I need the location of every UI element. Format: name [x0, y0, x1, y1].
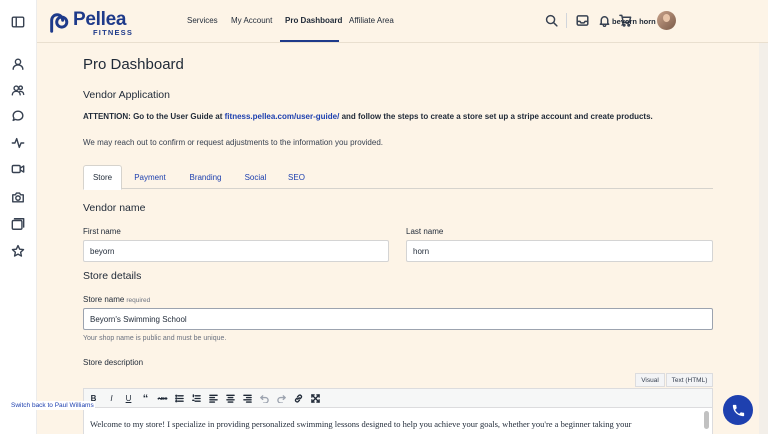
- attention-prefix: ATTENTION: Go to the User Guide at: [83, 112, 225, 121]
- gallery-icon[interactable]: [10, 216, 26, 232]
- users-icon[interactable]: [10, 82, 26, 98]
- phone-icon: [732, 404, 744, 416]
- username[interactable]: beyorn horn: [612, 17, 656, 26]
- align-center-icon[interactable]: [225, 393, 236, 404]
- fullscreen-icon[interactable]: [310, 393, 321, 404]
- store-name-label: Store name required: [83, 295, 150, 304]
- attention-notice: ATTENTION: Go to the User Guide at fitne…: [83, 112, 653, 121]
- tab-store[interactable]: Store: [83, 165, 122, 190]
- star-icon[interactable]: [10, 243, 26, 259]
- blockquote-icon[interactable]: “: [140, 393, 151, 405]
- header-border: [37, 42, 768, 43]
- underline-icon[interactable]: U: [123, 393, 134, 404]
- bell-icon[interactable]: [598, 14, 611, 28]
- search-icon[interactable]: [545, 14, 558, 27]
- store-name-field[interactable]: Beyorn's Swimming School: [83, 308, 713, 330]
- first-name-field[interactable]: beyorn: [83, 240, 389, 262]
- store-details-heading: Store details: [83, 270, 142, 282]
- logo-subtitle: FITNESS: [93, 28, 134, 37]
- store-description-editor[interactable]: Welcome to my store! I specialize in pro…: [83, 408, 713, 434]
- page-scrollbar[interactable]: [759, 43, 768, 434]
- required-marker: required: [126, 297, 151, 304]
- user-guide-link[interactable]: fitness.pellea.com/user-guide/: [225, 112, 340, 121]
- first-name-label: First name: [83, 227, 121, 236]
- align-left-icon[interactable]: [208, 393, 219, 404]
- editor-mode-text[interactable]: Text (HTML): [666, 373, 713, 387]
- last-name-field[interactable]: horn: [406, 240, 713, 262]
- store-name-help: Your shop name is public and must be uni…: [83, 335, 227, 342]
- link-icon[interactable]: [293, 393, 304, 404]
- chat-icon[interactable]: [10, 108, 26, 124]
- undo-icon[interactable]: [259, 393, 270, 404]
- switch-back-link[interactable]: Switch back to Paul Williams: [10, 401, 95, 410]
- video-icon[interactable]: [10, 161, 26, 177]
- nav-pro-dashboard[interactable]: Pro Dashboard: [285, 16, 342, 25]
- sidebar-toggle-icon[interactable]: [10, 14, 26, 30]
- user-icon[interactable]: [10, 56, 26, 72]
- bullet-list-icon[interactable]: [174, 393, 185, 404]
- tab-social[interactable]: Social: [238, 165, 273, 189]
- nav-my-account[interactable]: My Account: [231, 16, 272, 25]
- activity-icon[interactable]: [10, 135, 26, 151]
- store-description-text: Welcome to my store! I specialize in pro…: [90, 419, 632, 429]
- align-right-icon[interactable]: [242, 393, 253, 404]
- logo-name: Pellea: [73, 9, 127, 30]
- italic-icon[interactable]: I: [106, 393, 117, 404]
- avatar[interactable]: [657, 11, 676, 30]
- tab-bar: Store Payment Branding Social SEO: [83, 165, 713, 190]
- tab-seo[interactable]: SEO: [283, 165, 310, 189]
- camera-icon[interactable]: [10, 189, 26, 205]
- redo-icon[interactable]: [276, 393, 287, 404]
- editor-toolbar: B I U “ ABC: [83, 388, 713, 408]
- store-description-label: Store description: [83, 358, 144, 367]
- inbox-icon[interactable]: [576, 14, 589, 27]
- attention-suffix: and follow the steps to create a store s…: [339, 112, 653, 121]
- tab-payment[interactable]: Payment: [129, 165, 171, 189]
- sidebar: [0, 0, 37, 434]
- strikethrough-icon[interactable]: ABC: [157, 393, 168, 404]
- vendor-name-heading: Vendor name: [83, 202, 146, 214]
- numbered-list-icon[interactable]: [191, 393, 202, 404]
- review-notice: We may reach out to confirm or request a…: [83, 138, 383, 147]
- section-title: Vendor Application: [83, 89, 170, 101]
- page-title: Pro Dashboard: [83, 56, 184, 73]
- last-name-label: Last name: [406, 227, 444, 236]
- nav-affiliate-area[interactable]: Affiliate Area: [349, 16, 394, 25]
- tab-branding[interactable]: Branding: [183, 165, 228, 189]
- editor-mode-visual[interactable]: Visual: [635, 373, 665, 387]
- pellea-logo-icon: [50, 13, 69, 33]
- divider: [566, 13, 567, 28]
- logo[interactable]: Pellea FITNESS: [48, 10, 133, 37]
- editor-scrollbar[interactable]: [704, 411, 709, 429]
- store-name-label-text: Store name: [83, 295, 125, 304]
- call-button[interactable]: [723, 395, 753, 425]
- nav-services[interactable]: Services: [187, 16, 218, 25]
